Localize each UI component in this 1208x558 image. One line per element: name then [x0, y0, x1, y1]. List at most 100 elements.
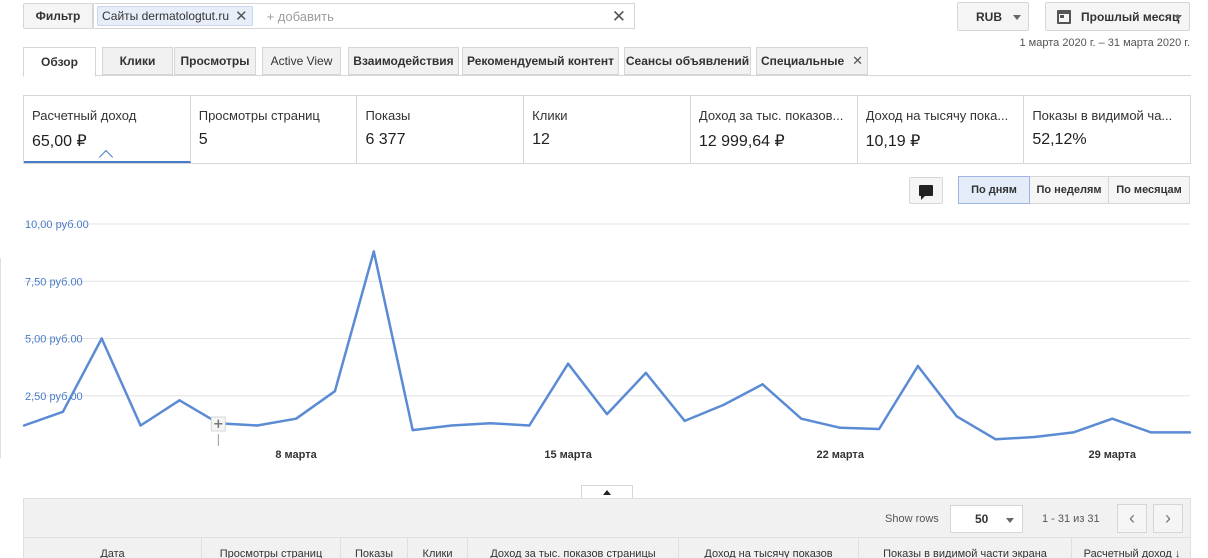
x-tick-label: 29 марта — [1089, 449, 1137, 461]
metric-label: Доход за тыс. показов... — [698, 108, 844, 123]
metric-value: 10,19 ₽ — [865, 133, 921, 150]
by-month-button[interactable]: По месяцам — [1108, 176, 1190, 204]
tab-active-view[interactable]: Active View — [262, 47, 341, 75]
filter-button[interactable]: Фильтр — [23, 3, 93, 29]
data-point — [916, 364, 920, 368]
data-point — [1111, 417, 1114, 420]
column-header-date[interactable]: Дата — [24, 538, 202, 558]
data-point — [100, 337, 103, 340]
data-point — [22, 424, 26, 427]
tab-views[interactable]: Просмотры — [174, 47, 256, 75]
data-point — [955, 415, 958, 418]
data-point — [256, 424, 259, 427]
x-tick-label: 15 марта — [544, 449, 592, 461]
metric-label: Просмотры страниц — [198, 108, 320, 123]
data-point — [178, 399, 181, 402]
prev-page-button[interactable]: ‹ — [1117, 504, 1147, 533]
data-point — [61, 410, 65, 413]
data-point — [877, 427, 881, 431]
rows-per-page-value: 50 — [975, 512, 989, 526]
metric-label: Показы в видимой ча... — [1032, 108, 1173, 123]
y-tick-label: 7,50 руб.00 — [25, 276, 83, 288]
series-line — [23, 250, 1190, 441]
data-point — [1149, 431, 1153, 434]
metric-card-impressions[interactable]: Показы 6 377 — [357, 96, 525, 163]
plus-icon: + — [213, 417, 224, 432]
tab-custom[interactable]: Специальные ✕ — [756, 47, 868, 75]
data-point — [333, 389, 337, 393]
show-rows-label: Show rows — [885, 513, 939, 525]
metric-label: Показы — [365, 108, 411, 123]
table-header-row: Дата Просмотры страниц Показы Клики Дохо… — [23, 538, 1191, 558]
data-point — [139, 424, 142, 427]
tab-overview[interactable]: Обзор — [23, 47, 96, 77]
data-point — [566, 362, 570, 365]
data-point — [1072, 431, 1075, 434]
metric-card-impression-rpm[interactable]: Доход на тысячу пока... 10,19 ₽ — [858, 96, 1025, 163]
rows-per-page-select[interactable]: 50 — [950, 505, 1023, 533]
tab-ad-sessions[interactable]: Сеансы объявлений — [624, 47, 751, 75]
metric-card-page-rpm[interactable]: Доход за тыс. показов... 12 999,64 ₽ — [691, 96, 858, 163]
close-icon[interactable]: ✕ — [235, 9, 248, 24]
metric-card-clicks[interactable]: Клики 12 — [524, 96, 691, 163]
metric-label: Расчетный доход — [32, 108, 137, 123]
column-header-estimated-earnings[interactable]: Расчетный доход ↓ — [1072, 538, 1190, 558]
data-point — [683, 419, 686, 423]
tab-clicks[interactable]: Клики — [102, 47, 173, 75]
data-point — [1033, 435, 1036, 439]
period-label: Прошлый месяц — [1081, 9, 1180, 24]
chart-left-rule — [0, 258, 1, 458]
chevron-down-icon — [1006, 518, 1014, 523]
annotation-button[interactable] — [909, 177, 943, 204]
column-header-impressions[interactable]: Показы — [341, 538, 408, 558]
currency-dropdown[interactable]: RUB — [957, 2, 1029, 31]
metric-value: 65,00 ₽ — [32, 133, 87, 150]
metric-value: 12 999,64 ₽ — [698, 133, 785, 150]
x-tick-label: 8 марта — [275, 449, 317, 461]
column-header-page-views[interactable]: Просмотры страниц — [202, 538, 341, 558]
data-point — [605, 412, 609, 416]
next-page-button[interactable]: › — [1153, 504, 1183, 533]
calendar-icon — [1057, 10, 1071, 24]
metric-card-viewability[interactable]: Показы в видимой ча... 52,12% — [1024, 96, 1190, 163]
metric-card-page-views[interactable]: Просмотры страниц 5 — [191, 96, 358, 163]
tab-recommended-content[interactable]: Рекомендуемый контент — [462, 47, 619, 75]
report-tabs: Обзор Клики Просмотры Active View Взаимо… — [23, 46, 1191, 77]
by-day-button[interactable]: По дням — [958, 176, 1030, 204]
x-tick-label: 22 марта — [816, 449, 864, 461]
add-filter-placeholder[interactable]: + добавить — [267, 9, 334, 24]
chevron-left-icon: ‹ — [1129, 508, 1135, 528]
data-point — [450, 424, 453, 427]
column-header-page-rpm[interactable]: Доход за тыс. показов страницы — [468, 538, 679, 558]
data-point — [528, 424, 531, 427]
data-point — [761, 383, 764, 386]
metric-value: 6 377 — [365, 131, 406, 148]
tab-custom-label: Специальные — [760, 54, 845, 68]
data-point — [1188, 431, 1192, 434]
currency-label: RUB — [976, 9, 1002, 24]
close-icon[interactable]: ✕ — [852, 53, 863, 69]
metric-value: 12 — [532, 131, 550, 148]
column-header-impression-rpm[interactable]: Доход на тысячу показов — [679, 538, 859, 558]
chevron-up-icon — [603, 490, 611, 495]
data-point — [489, 422, 492, 425]
metric-value: 5 — [198, 131, 208, 148]
earnings-chart-svg: 10,00 руб.007,50 руб.005,00 руб.002,50 р… — [22, 219, 1192, 461]
table-toolbar: Show rows 50 1 - 31 из 31 ‹ › — [23, 498, 1191, 538]
tab-interactions[interactable]: Взаимодействия — [348, 47, 459, 75]
clear-filter-icon[interactable]: ✕ — [612, 7, 626, 27]
metric-value: 52,12% — [1032, 131, 1087, 148]
filter-input[interactable]: Сайты dermatologtut.ru ✕ + добавить ✕ — [93, 3, 635, 29]
metric-label: Клики — [532, 108, 568, 123]
period-dropdown[interactable]: Прошлый месяц — [1045, 2, 1190, 31]
by-week-button[interactable]: По неделям — [1029, 176, 1109, 204]
column-header-clicks[interactable]: Клики — [408, 538, 468, 558]
filter-chip-site[interactable]: Сайты dermatologtut.ru ✕ — [97, 6, 253, 26]
column-header-viewability[interactable]: Показы в видимой части экрана — [859, 538, 1072, 558]
metric-cards: Расчетный доход 65,00 ₽ Просмотры страни… — [23, 95, 1191, 164]
metric-card-estimated-earnings[interactable]: Расчетный доход 65,00 ₽ — [24, 96, 191, 163]
earnings-chart: 10,00 руб.00 7,50 руб.00 5,00 руб.00 2,50 р… — [0, 210, 1208, 470]
collapse-chart-button[interactable] — [581, 485, 633, 499]
data-point — [800, 417, 803, 420]
y-tick-label: 5,00 руб.00 — [25, 334, 83, 346]
